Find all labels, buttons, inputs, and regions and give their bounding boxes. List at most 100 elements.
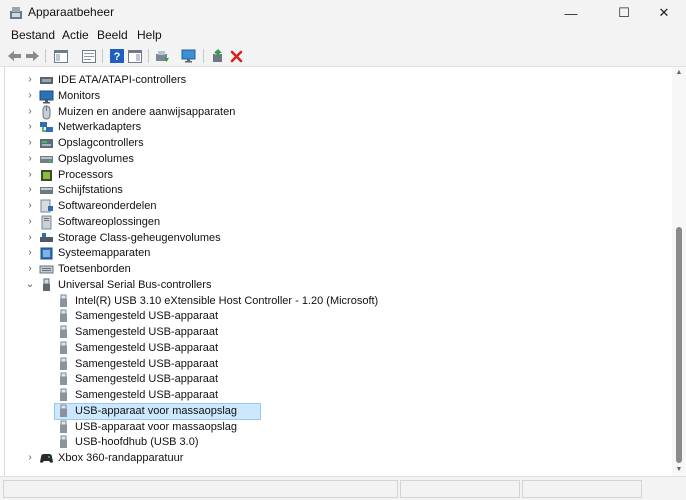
tree-device-row[interactable]: Samengesteld USB-apparaat bbox=[5, 372, 665, 387]
system-device-icon bbox=[40, 247, 53, 260]
forward-button[interactable] bbox=[24, 48, 41, 64]
tree-device-row[interactable]: Samengesteld USB-apparaat bbox=[5, 341, 665, 356]
tree-device-row[interactable]: Samengesteld USB-apparaat bbox=[5, 309, 665, 324]
tree-item-label: USB-apparaat voor massaopslag bbox=[75, 420, 238, 433]
expand-chevron-icon[interactable]: › bbox=[25, 153, 35, 164]
tree-category-row[interactable]: › Systeemapparaten bbox=[5, 246, 665, 261]
tree-item-label: Samengesteld USB-apparaat bbox=[75, 389, 219, 401]
tree-item-label: Toetsenborden bbox=[58, 263, 131, 275]
tree-item-label: USB-hoofdhub (USB 3.0) bbox=[75, 436, 199, 449]
ide-controller-icon bbox=[40, 77, 53, 84]
menu-actie[interactable]: Actie bbox=[62, 28, 89, 42]
tree-item-label: Xbox 360-randapparatuur bbox=[58, 452, 184, 464]
expand-chevron-icon[interactable]: › bbox=[25, 248, 35, 258]
tree-category-row[interactable]: › Monitors bbox=[5, 89, 665, 104]
tree-category-row[interactable]: › Storage Class-geheugenvolumes bbox=[5, 231, 665, 246]
tree-category-row[interactable]: › Schijfstations bbox=[5, 183, 665, 198]
usb-device-icon bbox=[60, 388, 67, 401]
tree-category-row[interactable]: › Softwareoplossingen bbox=[5, 215, 665, 230]
tree-item-label: Storage Class-geheugenvolumes bbox=[58, 231, 221, 244]
expand-chevron-icon[interactable]: › bbox=[25, 201, 35, 211]
menu-beeld[interactable]: Beeld bbox=[97, 28, 128, 42]
back-button[interactable] bbox=[6, 48, 23, 64]
software-solution-icon bbox=[41, 215, 52, 230]
expand-chevron-icon[interactable]: › bbox=[25, 169, 35, 180]
tree-category-row[interactable]: › Toetsenborden bbox=[5, 262, 665, 277]
tree-device-row[interactable]: Samengesteld USB-apparaat bbox=[5, 325, 665, 340]
usb-controller-icon bbox=[43, 278, 50, 291]
usb-device-icon bbox=[60, 420, 67, 433]
tree-item-label: Samengesteld USB-apparaat bbox=[75, 310, 219, 323]
status-bar bbox=[0, 476, 686, 500]
tree-category-row[interactable]: ⌄ Universal Serial Bus-controllers bbox=[5, 278, 665, 293]
enable-device-button[interactable] bbox=[209, 48, 226, 64]
monitor-icon bbox=[39, 90, 54, 104]
expand-chevron-icon[interactable]: › bbox=[25, 232, 35, 243]
tree-category-row[interactable]: › Opslagvolumes bbox=[5, 152, 665, 167]
usb-device-icon bbox=[60, 341, 67, 354]
minimize-button[interactable]: — bbox=[548, 0, 594, 26]
tree-item-label: IDE ATA/ATAPI-controllers bbox=[58, 74, 187, 86]
usb-device-icon bbox=[60, 325, 67, 338]
menu-help[interactable]: Help bbox=[137, 28, 162, 42]
expand-chevron-icon[interactable]: › bbox=[25, 122, 35, 132]
action-pane-icon bbox=[127, 49, 142, 63]
action-pane-button[interactable] bbox=[126, 48, 143, 64]
expand-chevron-icon[interactable]: › bbox=[25, 90, 35, 101]
tree-item-label: Universal Serial Bus-controllers bbox=[58, 278, 212, 291]
scan-hardware-button[interactable] bbox=[180, 48, 197, 64]
expand-chevron-icon[interactable]: › bbox=[25, 138, 35, 148]
tree-category-row[interactable]: › Netwerkadapters bbox=[5, 120, 665, 135]
menu-bestand[interactable]: Bestand bbox=[11, 28, 55, 42]
tree-device-row[interactable]: USB-apparaat voor massaopslag bbox=[5, 420, 665, 435]
vertical-scrollbar[interactable]: ▲ ▼ bbox=[672, 67, 686, 476]
expand-chevron-icon[interactable]: › bbox=[25, 264, 35, 274]
scrollbar-thumb[interactable] bbox=[676, 227, 682, 463]
scroll-up-icon[interactable]: ▲ bbox=[675, 69, 683, 77]
scroll-down-icon[interactable]: ▼ bbox=[675, 466, 683, 474]
processor-icon bbox=[41, 169, 52, 181]
tree-device-row[interactable]: Samengesteld USB-apparaat bbox=[5, 357, 665, 372]
usb-device-icon bbox=[60, 357, 67, 370]
tree-device-row[interactable]: Intel(R) USB 3.10 eXtensible Host Contro… bbox=[5, 294, 665, 309]
properties-button[interactable] bbox=[80, 48, 97, 64]
usb-device-icon bbox=[60, 309, 67, 323]
tree-item-label: USB-apparaat voor massaopslag bbox=[75, 404, 238, 417]
tree-category-row[interactable]: › IDE ATA/ATAPI-controllers bbox=[5, 73, 665, 88]
device-tree[interactable]: › IDE ATA/ATAPI-controllers › Monitors › Muiz… bbox=[4, 67, 672, 476]
usb-device-icon bbox=[60, 435, 67, 449]
menu-bar: Bestand Actie Beeld Help bbox=[0, 26, 686, 45]
update-driver-icon bbox=[156, 51, 169, 62]
expand-chevron-icon[interactable]: › bbox=[25, 75, 35, 85]
tree-category-row[interactable]: › Opslagcontrollers bbox=[5, 136, 665, 151]
tree-item-label: Opslagcontrollers bbox=[58, 137, 144, 149]
expand-chevron-icon[interactable]: › bbox=[25, 106, 35, 117]
window-title: Apparaatbeheer bbox=[28, 5, 115, 19]
network-adapter-icon bbox=[40, 122, 53, 133]
tree-category-row[interactable]: › Softwareonderdelen bbox=[5, 199, 665, 214]
tree-item-label: Muizen en andere aanwijsapparaten bbox=[58, 105, 236, 118]
tree-device-row[interactable]: USB-hoofdhub (USB 3.0) bbox=[5, 435, 665, 450]
tree-item-label: Samengesteld USB-apparaat bbox=[75, 326, 219, 338]
usb-device-icon bbox=[60, 372, 67, 386]
toolbar: ? bbox=[0, 45, 686, 67]
software-component-icon bbox=[40, 199, 53, 213]
close-button[interactable]: ✕ bbox=[641, 0, 686, 26]
mouse-icon bbox=[42, 105, 51, 119]
help-button[interactable]: ? bbox=[108, 48, 125, 64]
update-driver-button[interactable] bbox=[154, 48, 171, 64]
help-icon: ? bbox=[109, 49, 124, 63]
tree-category-row[interactable]: › Muizen en andere aanwijsapparaten bbox=[5, 105, 665, 120]
expand-chevron-icon[interactable]: › bbox=[25, 185, 35, 195]
tree-category-row[interactable]: › Xbox 360-randapparatuur bbox=[5, 451, 665, 466]
uninstall-button[interactable] bbox=[228, 48, 245, 64]
svg-text:?: ? bbox=[113, 51, 120, 63]
expand-chevron-icon[interactable]: › bbox=[25, 453, 35, 463]
tree-device-row[interactable]: Samengesteld USB-apparaat bbox=[5, 388, 665, 403]
collapse-chevron-icon[interactable]: ⌄ bbox=[25, 279, 35, 290]
tree-device-row[interactable]: USB-apparaat voor massaopslag bbox=[5, 402, 665, 420]
expand-chevron-icon[interactable]: › bbox=[25, 216, 35, 227]
tree-category-row[interactable]: › Processors bbox=[5, 168, 665, 183]
minimize-icon: — bbox=[564, 5, 578, 21]
show-hide-tree-button[interactable] bbox=[52, 48, 69, 64]
